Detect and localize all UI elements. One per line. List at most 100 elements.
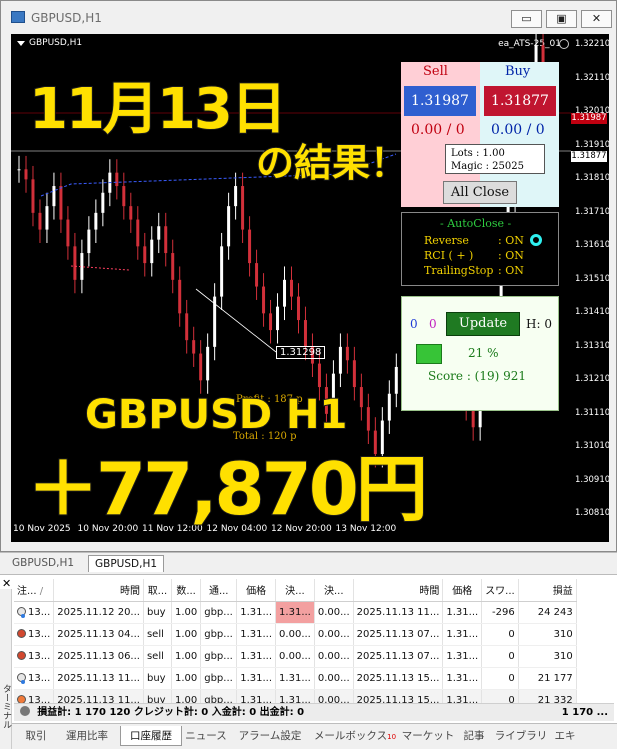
candle-body bbox=[248, 229, 252, 264]
candle-body bbox=[234, 186, 238, 207]
order-type-icon bbox=[17, 628, 26, 638]
y-tick-label: 1.31110 bbox=[575, 407, 609, 418]
all-close-button[interactable]: All Close bbox=[443, 181, 517, 204]
summary-right: 1 170 ... bbox=[561, 707, 608, 718]
terminal-tab[interactable]: 取引 bbox=[18, 726, 54, 746]
col-price[interactable]: 価格 bbox=[236, 579, 277, 602]
mail-badge: 10 bbox=[387, 733, 397, 741]
buy-price-button[interactable]: 1.31877 bbox=[484, 86, 556, 116]
table-cell: 2025.11.13 11... bbox=[53, 667, 144, 690]
price-chart[interactable]: GBPUSD,H1 ea_ATS-25_01 1.32210 1.32110 1.3… bbox=[11, 34, 609, 542]
table-cell: 0.00... bbox=[275, 623, 315, 646]
col-order[interactable]: 注... / bbox=[14, 579, 55, 602]
table-cell: 1.31... bbox=[236, 601, 277, 624]
table-cell: 1.31... bbox=[236, 645, 277, 668]
table-cell: 1.00 bbox=[171, 667, 202, 690]
col-time[interactable]: 時間 bbox=[53, 579, 144, 602]
bid-price-tag: 1.31987 bbox=[571, 113, 607, 124]
table-cell: 1.31... bbox=[442, 623, 483, 646]
terminal-tab[interactable]: マーケット bbox=[400, 726, 456, 746]
score-value: Score : (19) 921 bbox=[428, 369, 527, 383]
table-cell: 2025.11.13 04... bbox=[53, 623, 144, 646]
candle-body bbox=[269, 313, 273, 331]
terminal-tab[interactable]: エキ bbox=[550, 726, 580, 746]
chart-tab-2[interactable]: GBPUSD,H1 bbox=[88, 555, 165, 572]
minimize-button[interactable]: ▭ bbox=[511, 10, 542, 28]
table-cell: gbp... bbox=[200, 667, 238, 690]
candle-body bbox=[122, 186, 126, 207]
table-row[interactable]: 13... 2025.11.13 04... sell 1.00 gbp... 1.31.… bbox=[14, 623, 577, 646]
table-row[interactable]: 13... 2025.11.13 06... sell 1.00 gbp... 1.31.… bbox=[14, 645, 577, 668]
chart-tab-1[interactable]: GBPUSD,H1 bbox=[6, 555, 80, 572]
y-tick-label: 1.31910 bbox=[575, 139, 609, 150]
candle-body bbox=[345, 346, 349, 361]
y-tick-label: 1.30810 bbox=[575, 508, 609, 518]
table-cell: gbp... bbox=[200, 601, 238, 624]
col-volume[interactable]: 数... bbox=[171, 579, 202, 602]
update-button[interactable]: Update bbox=[446, 312, 520, 336]
terminal-tab[interactable]: 口座履歴 bbox=[120, 726, 182, 746]
col-sl[interactable]: 決... bbox=[275, 579, 315, 602]
y-tick-label: 1.32210 bbox=[575, 39, 609, 49]
close-button[interactable]: ✕ bbox=[581, 10, 612, 28]
terminal-tab[interactable]: ライブラリ bbox=[492, 726, 550, 746]
candle-body bbox=[352, 360, 356, 388]
table-cell: 1.00 bbox=[171, 623, 202, 646]
candle-body bbox=[241, 186, 245, 230]
candle-body bbox=[115, 172, 119, 187]
candle-body bbox=[178, 279, 182, 314]
col-close-price[interactable]: 価格 bbox=[442, 579, 483, 602]
sell-price-button[interactable]: 1.31987 bbox=[404, 86, 476, 116]
table-cell: 1.31... bbox=[442, 601, 483, 624]
y-tick-label: 1.31210 bbox=[575, 374, 609, 384]
table-cell: 13... bbox=[14, 645, 55, 668]
terminal-panel: ✕ ターミナル 注... / 時間 取... 数... 通... 価格 決...… bbox=[0, 574, 617, 749]
col-symbol[interactable]: 通... bbox=[200, 579, 238, 602]
table-cell: 13... bbox=[14, 667, 55, 690]
col-type[interactable]: 取... bbox=[143, 579, 172, 602]
window-titlebar[interactable]: GBPUSD,H1 ▭ ▣ ✕ bbox=[1, 1, 616, 33]
lots-box[interactable]: Lots : 1.00 Magic : 25025 bbox=[445, 144, 545, 174]
terminal-tab[interactable]: メールボックス10 bbox=[310, 726, 400, 746]
y-tick-label: 1.30910 bbox=[575, 474, 609, 485]
candle-body bbox=[276, 306, 280, 331]
overlay-date: 11月13日 bbox=[28, 76, 288, 143]
order-type-icon bbox=[17, 606, 26, 618]
candle-body bbox=[317, 363, 321, 388]
autoclose-toggle-icon[interactable] bbox=[530, 234, 542, 246]
chart-window: GBPUSD,H1 ▭ ▣ ✕ GBPUSD,H1 ea_ATS-25_01 1… bbox=[0, 0, 617, 552]
terminal-tab[interactable]: ニュース bbox=[182, 726, 230, 746]
table-cell: 0.00... bbox=[314, 645, 354, 668]
table-cell: sell bbox=[143, 645, 172, 668]
col-tp[interactable]: 決... bbox=[314, 579, 354, 602]
table-cell: 2025.11.13 15... bbox=[353, 667, 444, 690]
table-row[interactable]: 13... 2025.11.13 11... buy 1.00 gbp... 1.31..… bbox=[14, 667, 577, 690]
candle-body bbox=[262, 286, 266, 314]
col-profit[interactable]: 損益 bbox=[518, 579, 577, 602]
table-cell: 0.00... bbox=[314, 601, 354, 624]
terminal-tab[interactable]: 記事 bbox=[456, 726, 492, 746]
status-indicator bbox=[416, 344, 442, 364]
table-cell: 1.00 bbox=[171, 601, 202, 624]
candle-body bbox=[206, 346, 210, 381]
table-cell: 13... bbox=[14, 601, 55, 624]
maximize-button[interactable]: ▣ bbox=[546, 10, 577, 28]
summary-text: 損益計: 1 170 120 クレジット計: 0 入金計: 0 出金計: 0 bbox=[37, 707, 305, 718]
sell-label: Sell bbox=[423, 64, 448, 79]
autoclose-label-rci: RCI ( + ) bbox=[424, 249, 474, 262]
table-cell: 0 bbox=[481, 667, 519, 690]
table-row[interactable]: 13... 2025.11.12 20... buy 1.00 gbp... 1.31..… bbox=[14, 601, 577, 624]
terminal-tab[interactable]: アラーム設定 bbox=[230, 726, 310, 746]
col-close-time[interactable]: 時間 bbox=[353, 579, 444, 602]
autoclose-value-reverse: : ON bbox=[498, 234, 524, 247]
candle-body bbox=[185, 313, 189, 341]
candle-body bbox=[73, 246, 77, 280]
table-cell: gbp... bbox=[200, 645, 238, 668]
col-swap[interactable]: スワ... bbox=[481, 579, 519, 602]
chart-tabs: GBPUSD,H1 GBPUSD,H1 bbox=[0, 552, 617, 572]
autoclose-title: - AutoClose - bbox=[440, 217, 512, 230]
y-tick-label: 1.31810 bbox=[575, 173, 609, 183]
terminal-tab[interactable]: 運用比率 bbox=[54, 726, 120, 746]
table-cell: 13... bbox=[14, 623, 55, 646]
summary-bar: 損益計: 1 170 120 クレジット計: 0 入金計: 0 出金計: 0 1… bbox=[14, 703, 614, 721]
